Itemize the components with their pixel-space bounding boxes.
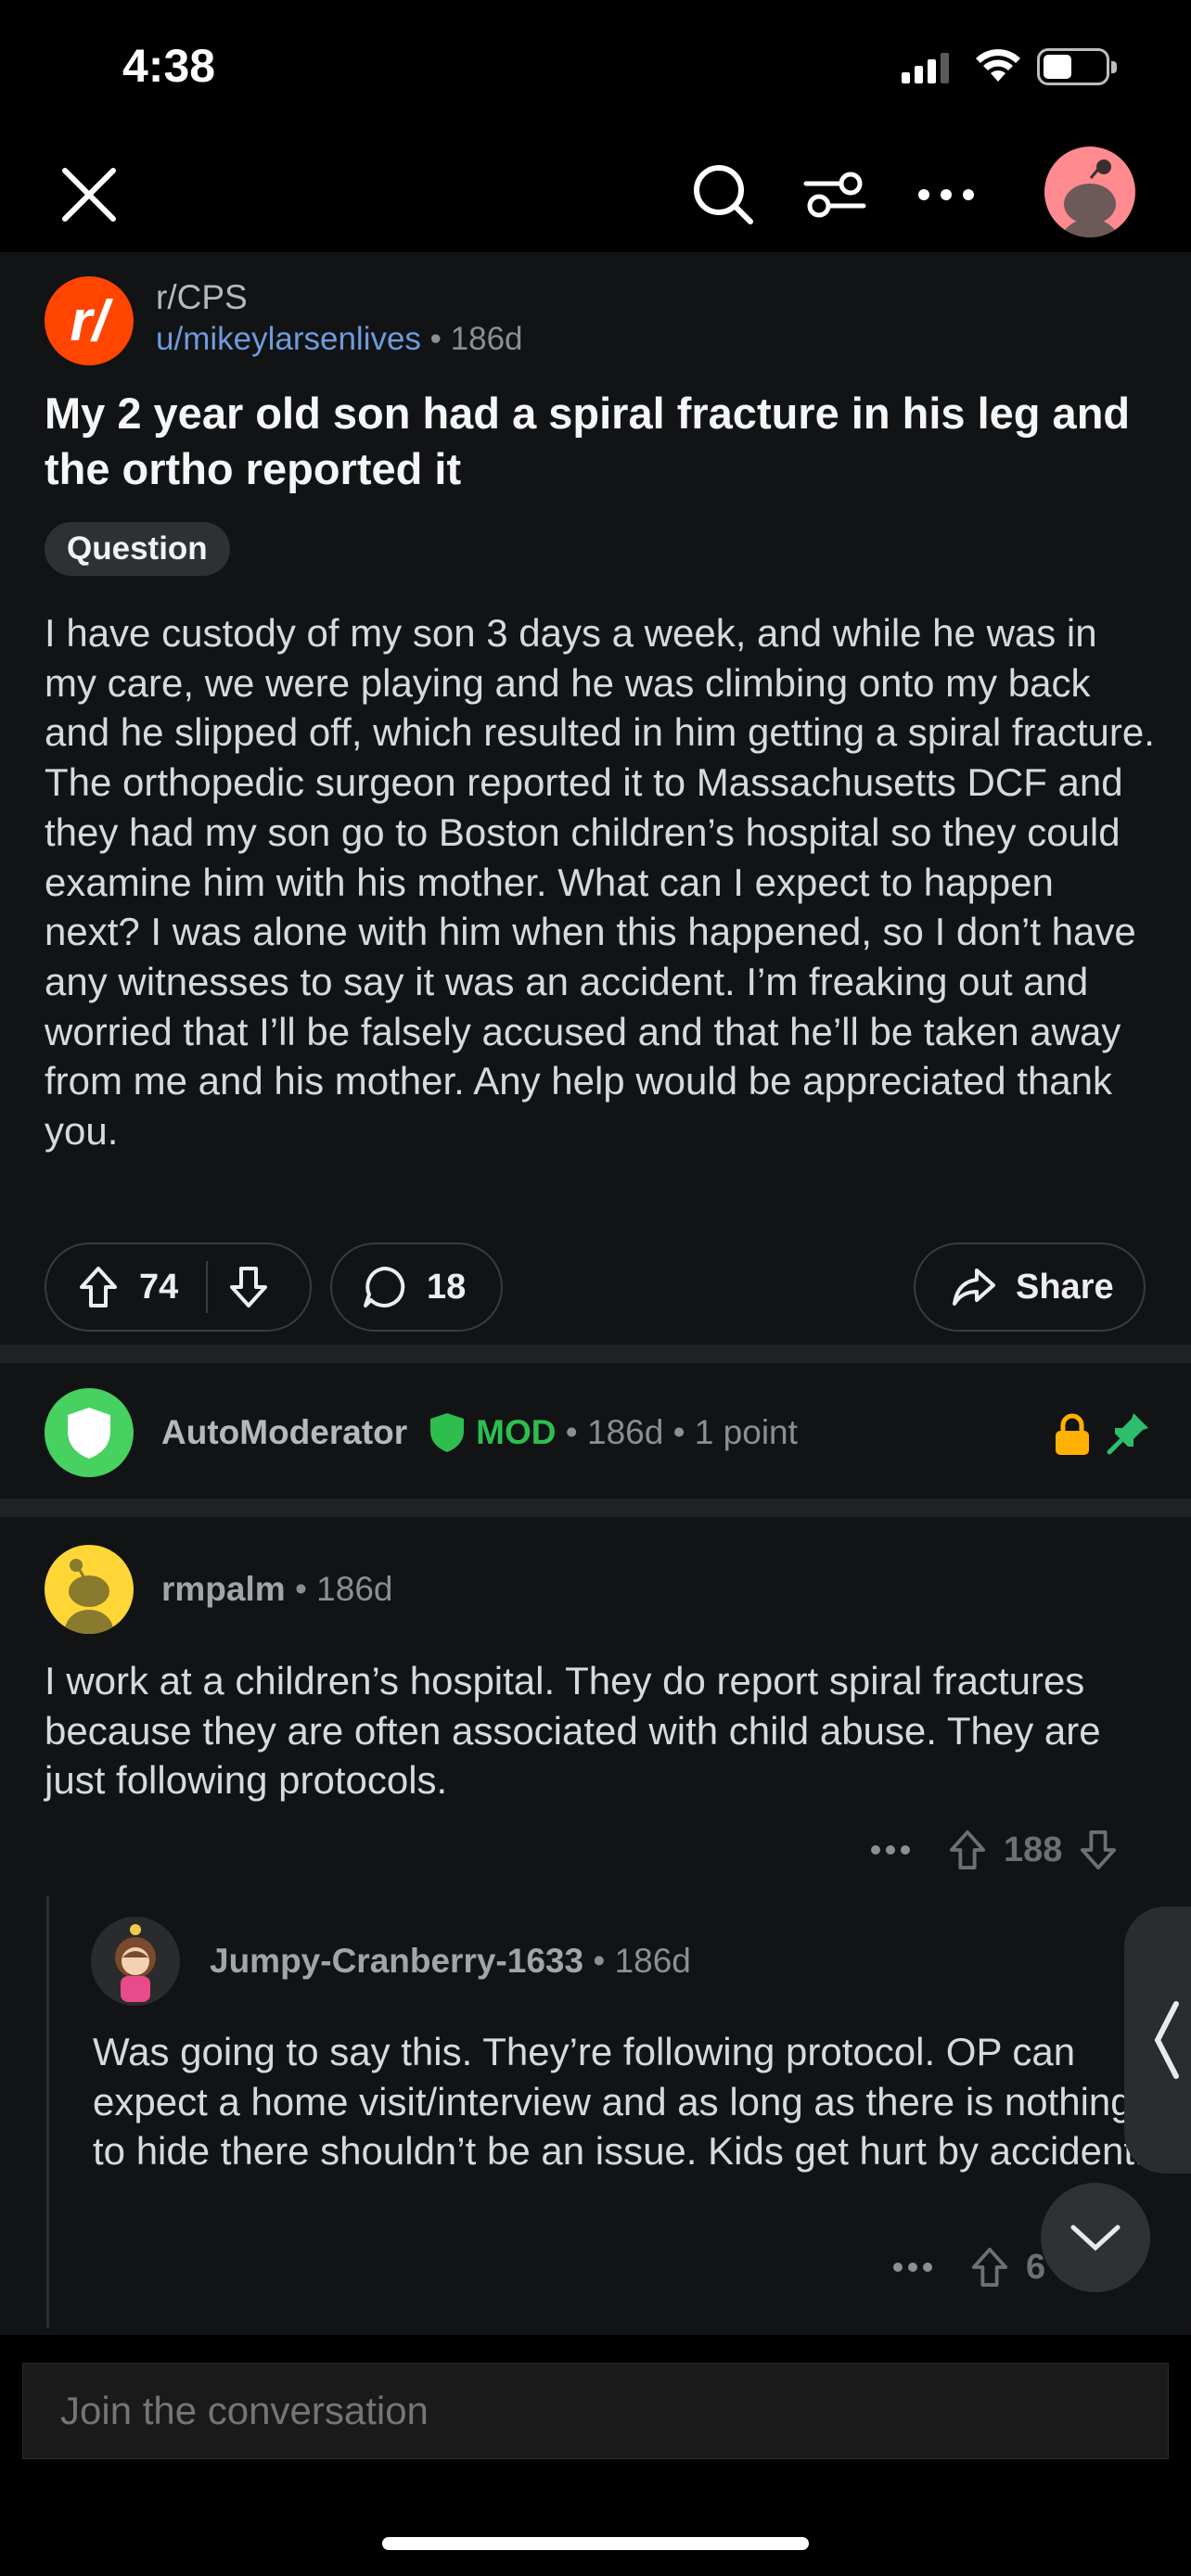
- automod-points: 1 point: [694, 1413, 798, 1451]
- battery-icon: [1037, 48, 1117, 85]
- comment-actions: 188: [870, 1829, 1118, 1871]
- home-indicator[interactable]: [382, 2537, 809, 2550]
- status-time: 4:38: [122, 40, 216, 92]
- collapse-panel-tab[interactable]: [1124, 1906, 1191, 2174]
- cellular-signal-icon: [902, 52, 949, 83]
- more-options-icon[interactable]: [892, 2262, 933, 2273]
- section-divider: [0, 1498, 1191, 1517]
- chevron-left-icon: [1154, 2001, 1179, 2079]
- automod-header: AutoModerator MOD • 186d • 1 point: [161, 1411, 798, 1454]
- meta-separator: •: [663, 1413, 695, 1451]
- share-label: Share: [1016, 1267, 1114, 1307]
- chevron-down-icon: [1070, 2225, 1121, 2251]
- mod-badge: MOD: [476, 1413, 557, 1451]
- comment-count: 18: [427, 1267, 467, 1307]
- close-icon[interactable]: [52, 158, 126, 232]
- automod-age: 186d: [587, 1413, 664, 1451]
- downvote-icon[interactable]: [228, 1265, 269, 1309]
- mod-shield-icon: [430, 1413, 465, 1452]
- user-avatar[interactable]: [1044, 147, 1135, 237]
- section-divider: [0, 1345, 1191, 1363]
- vote-divider: [206, 1261, 209, 1313]
- downvote-icon[interactable]: [1079, 1829, 1118, 1871]
- top-navigation-bar: [0, 139, 1191, 252]
- shield-icon: [68, 1408, 110, 1459]
- meta-separator: •: [556, 1413, 587, 1451]
- post-body: I have custody of my son 3 days a week, …: [45, 611, 1155, 1154]
- comment-bubble-icon: [364, 1266, 405, 1307]
- search-icon[interactable]: [686, 158, 761, 232]
- automod-name[interactable]: AutoModerator: [161, 1413, 407, 1452]
- comment-thread: [0, 1517, 1191, 2335]
- automod-avatar[interactable]: [45, 1388, 134, 1477]
- post-author[interactable]: u/mikeylarsenlives: [156, 321, 421, 357]
- comment-body: I work at a children’s hospital. They do…: [45, 1659, 1101, 1803]
- pin-icon: [1107, 1413, 1148, 1455]
- more-options-icon[interactable]: [909, 158, 983, 232]
- post-flair[interactable]: Question: [45, 522, 230, 576]
- meta-separator: •: [294, 1570, 317, 1608]
- wifi-icon: [976, 49, 1020, 82]
- comment-age: 186d: [614, 1942, 691, 1980]
- comment-actions: 6: [892, 2246, 1045, 2289]
- post-age: 186d: [450, 321, 523, 357]
- comment-author[interactable]: rmpalm: [161, 1570, 286, 1608]
- share-button[interactable]: Share: [914, 1243, 1146, 1332]
- more-options-icon[interactable]: [870, 1844, 911, 1855]
- upvote-icon[interactable]: [948, 1829, 987, 1871]
- meta-separator: •: [429, 321, 451, 357]
- vote-control: 74: [45, 1243, 312, 1332]
- reply-input[interactable]: [22, 2363, 1169, 2459]
- comment-header: Jumpy-Cranberry-1633 • 186d: [210, 1942, 691, 1981]
- commenter-avatar[interactable]: [91, 1917, 180, 2006]
- upvote-icon[interactable]: [970, 2246, 1009, 2289]
- comment-age: 186d: [316, 1570, 393, 1608]
- post-meta: u/mikeylarsenlives • 186d: [156, 321, 523, 358]
- commenter-avatar[interactable]: [45, 1545, 134, 1634]
- share-arrow-icon: [953, 1269, 995, 1306]
- comment-header: rmpalm • 186d: [161, 1570, 392, 1609]
- subreddit-icon[interactable]: r/: [45, 276, 134, 365]
- thread-line[interactable]: [46, 1896, 49, 2327]
- meta-separator: •: [593, 1942, 615, 1980]
- lock-icon: [1056, 1413, 1089, 1455]
- upvote-icon[interactable]: [78, 1265, 119, 1309]
- sort-filter-icon[interactable]: [798, 158, 872, 232]
- post-title: My 2 year old son had a spiral fracture …: [45, 389, 1131, 493]
- status-bar: 4:38: [0, 0, 1191, 139]
- post-vote-count: 74: [139, 1267, 179, 1307]
- comment-vote-count: 188: [1004, 1830, 1063, 1869]
- next-comment-button[interactable]: [1041, 2183, 1150, 2292]
- comments-button[interactable]: 18: [330, 1243, 503, 1332]
- subreddit-name[interactable]: r/CPS: [156, 278, 248, 317]
- comment-author[interactable]: Jumpy-Cranberry-1633: [210, 1942, 583, 1980]
- comment-body: Was going to say this. They’re following…: [93, 2030, 1146, 2174]
